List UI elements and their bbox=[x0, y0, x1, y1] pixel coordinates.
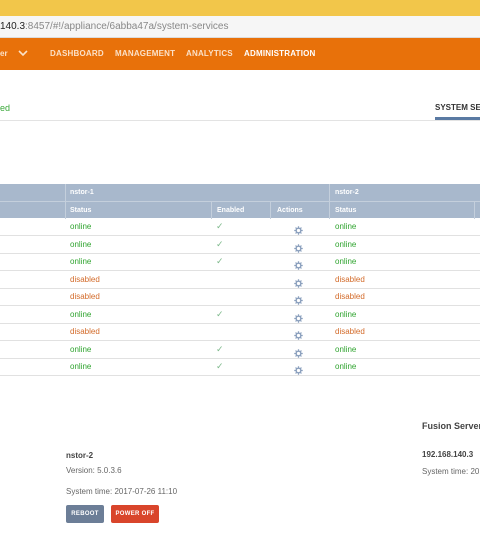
nstor-1-status: disabled bbox=[70, 274, 100, 284]
tab-system-services[interactable]: SYSTEM SE bbox=[435, 103, 480, 112]
top-navbar: er DASHBOARD MANAGEMENT ANALYTICS ADMINI… bbox=[0, 38, 480, 70]
nav-dashboard[interactable]: DASHBOARD bbox=[50, 49, 104, 58]
nstor-1-status: disabled bbox=[70, 327, 100, 336]
reboot-button[interactable]: REBOOT bbox=[66, 505, 104, 523]
column-divider bbox=[474, 202, 475, 219]
column-divider bbox=[329, 184, 330, 201]
table-row: disabled disabled bbox=[0, 271, 480, 289]
nstor-1-status: online bbox=[70, 222, 92, 231]
nstor-2-status: online bbox=[335, 362, 357, 371]
table-row: online ✓ online bbox=[0, 218, 480, 236]
nstor-2-status: online bbox=[335, 309, 357, 319]
check-icon[interactable]: ✓ bbox=[216, 256, 224, 267]
node-system-time: System time: 2017-07-26 11:10 bbox=[66, 487, 178, 496]
table-row: online ✓ online bbox=[0, 341, 480, 359]
check-icon[interactable]: ✓ bbox=[216, 361, 224, 372]
gear-icon[interactable] bbox=[294, 257, 303, 270]
chevron-down-icon[interactable] bbox=[17, 47, 29, 59]
table-row: online ✓ online bbox=[0, 306, 480, 324]
check-icon[interactable]: ✓ bbox=[216, 344, 224, 355]
check-icon[interactable]: ✓ bbox=[216, 221, 224, 232]
gear-icon[interactable] bbox=[294, 222, 303, 235]
check-icon[interactable]: ✓ bbox=[216, 309, 224, 320]
group-header-nstor-2: nstor-2 bbox=[335, 189, 359, 196]
column-divider bbox=[211, 202, 212, 219]
column-header-status[interactable]: Status bbox=[70, 207, 91, 214]
gear-icon[interactable] bbox=[294, 362, 303, 375]
nav-administration[interactable]: ADMINISTRATION bbox=[244, 49, 316, 58]
nav-analytics[interactable]: ANALYTICS bbox=[186, 49, 233, 58]
browser-address-bar[interactable]: 140.3:8457/#!/appliance/6abba47a/system-… bbox=[0, 0, 480, 38]
column-divider bbox=[270, 202, 271, 219]
nstor-1-status: online bbox=[70, 362, 92, 371]
column-divider bbox=[65, 202, 66, 219]
table-column-header: Status Enabled Actions Status bbox=[0, 201, 480, 219]
nstor-2-status: disabled bbox=[335, 274, 365, 284]
table-row: online ✓ online bbox=[0, 236, 480, 254]
table-row: online ✓ online bbox=[0, 358, 480, 376]
node-name: nstor-2 bbox=[66, 451, 94, 460]
column-divider bbox=[329, 202, 330, 219]
table-row: online ✓ online bbox=[0, 253, 480, 271]
node-version: Version: 5.0.3.6 bbox=[66, 466, 122, 475]
column-header-actions: Actions bbox=[277, 207, 303, 214]
fusion-server-time: System time: 201 bbox=[422, 467, 480, 476]
gear-icon[interactable] bbox=[294, 292, 303, 305]
url-path: :8457/#!/appliance/6abba47a/system-servi… bbox=[25, 21, 229, 32]
nstor-2-status: disabled bbox=[335, 327, 365, 336]
check-icon[interactable]: ✓ bbox=[216, 239, 224, 250]
table-row: disabled disabled bbox=[0, 323, 480, 341]
connection-status-text: ed bbox=[0, 103, 11, 113]
url-text[interactable]: 140.3:8457/#!/appliance/6abba47a/system-… bbox=[0, 21, 229, 32]
tab-divider bbox=[0, 120, 480, 121]
power-off-button[interactable]: POWER OFF bbox=[111, 505, 159, 523]
fusion-server-ip: 192.168.140.3 bbox=[422, 450, 474, 459]
table-row: disabled disabled bbox=[0, 288, 480, 306]
fusion-server-title: Fusion Server bbox=[422, 421, 480, 431]
column-divider bbox=[65, 184, 66, 201]
nstor-1-status: online bbox=[70, 239, 92, 249]
gear-icon[interactable] bbox=[294, 345, 303, 358]
nav-left-truncated-label[interactable]: er bbox=[0, 49, 8, 58]
nstor-2-status: online bbox=[335, 257, 357, 266]
column-header-enabled[interactable]: Enabled bbox=[217, 207, 244, 214]
nstor-2-status: online bbox=[335, 344, 357, 354]
nstor-2-status: online bbox=[335, 239, 357, 249]
nstor-2-status: online bbox=[335, 222, 357, 231]
browser-tab-strip bbox=[0, 0, 480, 16]
nstor-2-status: disabled bbox=[335, 292, 365, 301]
gear-icon[interactable] bbox=[294, 275, 303, 288]
group-header-nstor-1: nstor-1 bbox=[70, 189, 94, 196]
table-group-header: nstor-1 nstor-2 bbox=[0, 184, 480, 201]
column-header-status-2[interactable]: Status bbox=[335, 207, 356, 214]
nstor-1-status: online bbox=[70, 344, 92, 354]
nstor-1-status: online bbox=[70, 309, 92, 319]
gear-icon[interactable] bbox=[294, 327, 303, 340]
url-host: 140.3 bbox=[0, 21, 26, 32]
nstor-1-status: online bbox=[70, 257, 92, 266]
nav-management[interactable]: MANAGEMENT bbox=[115, 49, 175, 58]
nstor-1-status: disabled bbox=[70, 292, 100, 301]
gear-icon[interactable] bbox=[294, 310, 303, 323]
gear-icon[interactable] bbox=[294, 240, 303, 253]
